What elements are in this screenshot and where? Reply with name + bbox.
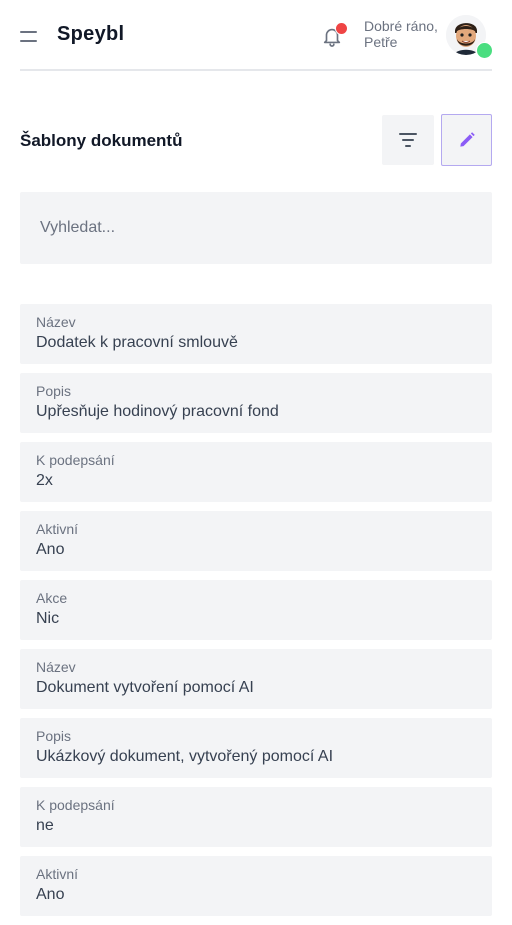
brand-logo[interactable]: Speybl — [57, 23, 124, 46]
field-label: Popis — [36, 728, 72, 744]
greeting: Dobré ráno, Petře — [364, 18, 438, 50]
field-name: Název Dokument vytvoření pomocí AI — [20, 649, 492, 709]
field-name: Název Dodatek k pracovní smlouvě — [20, 304, 492, 364]
filter-button[interactable] — [382, 115, 434, 165]
field-label: K podepsání — [36, 452, 115, 468]
search-box — [20, 192, 492, 264]
field-value: Upřesňuje hodinový pracovní fond — [36, 403, 279, 420]
field-label: Popis — [36, 383, 72, 399]
field-value: Dokument vytvoření pomocí AI — [36, 679, 254, 696]
field-label: Název — [36, 314, 76, 330]
field-label: Akce — [36, 590, 68, 606]
field-active: Aktivní Ano — [20, 856, 492, 916]
header-divider — [20, 69, 492, 71]
document-templates-list: Název Dodatek k pracovní smlouvě Popis U… — [20, 304, 492, 925]
field-label: K podepsání — [36, 797, 115, 813]
field-label: Název — [36, 659, 76, 675]
field-value: Ano — [36, 886, 65, 903]
field-active: Aktivní Ano — [20, 511, 492, 571]
field-action: Akce Nic — [20, 580, 492, 640]
app-header: Speybl Dobré ráno, Petře — [0, 0, 512, 70]
field-description: Popis Ukázkový dokument, vytvořený pomoc… — [20, 718, 492, 778]
page-title: Šablony dokumentů — [20, 131, 183, 150]
field-value: 2x — [36, 472, 53, 489]
pencil-icon — [459, 132, 475, 147]
greeting-line-2: Petře — [364, 34, 398, 50]
edit-button[interactable] — [441, 114, 492, 166]
field-value: Dodatek k pracovní smlouvě — [36, 334, 238, 351]
field-value: Ano — [36, 541, 65, 558]
field-value: Nic — [36, 610, 60, 627]
field-value: Ukázkový dokument, vytvořený pomocí AI — [36, 748, 334, 765]
menu-icon[interactable] — [20, 31, 37, 42]
field-value: ne — [36, 817, 54, 834]
field-label: Aktivní — [36, 521, 79, 537]
field-to-sign: K podepsání ne — [20, 787, 492, 847]
field-label: Aktivní — [36, 866, 79, 882]
greeting-line-1: Dobré ráno, — [364, 18, 438, 34]
online-status-badge — [476, 42, 493, 59]
field-to-sign: K podepsání 2x — [20, 442, 492, 502]
filter-icon — [399, 133, 417, 147]
field-description: Popis Upřesňuje hodinový pracovní fond — [20, 373, 492, 433]
search-input[interactable] — [20, 192, 492, 264]
notification-badge — [335, 22, 348, 35]
